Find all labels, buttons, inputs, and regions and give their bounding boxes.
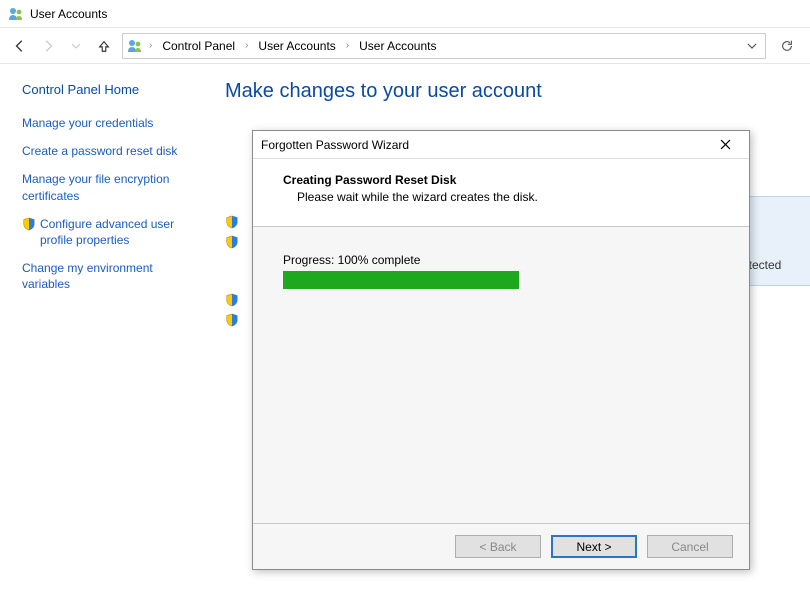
sidebar-link-label: Manage your file encryption certificates [22, 171, 201, 203]
shield-icon-group [225, 292, 239, 326]
shield-icon-group [225, 214, 239, 248]
refresh-button[interactable] [774, 33, 800, 59]
progress-bar [283, 271, 519, 289]
page-title: Make changes to your user account [225, 80, 810, 103]
shield-icon [225, 313, 239, 327]
close-button[interactable] [709, 135, 741, 155]
dialog-subtext: Please wait while the wizard creates the… [283, 190, 723, 204]
dialog-title: Forgotten Password Wizard [261, 138, 409, 152]
breadcrumb-dropdown[interactable] [743, 41, 761, 51]
breadcrumb-item[interactable]: User Accounts [254, 37, 339, 55]
recent-dropdown[interactable] [66, 36, 86, 56]
breadcrumb-item[interactable]: User Accounts [355, 37, 440, 55]
breadcrumb[interactable]: › Control Panel › User Accounts › User A… [122, 33, 766, 59]
dialog-title-bar[interactable]: Forgotten Password Wizard [253, 131, 749, 159]
chevron-right-icon: › [145, 40, 156, 51]
back-button[interactable]: < Back [455, 535, 541, 558]
sidebar-link-label: Configure advanced user profile properti… [40, 216, 201, 248]
up-button[interactable] [94, 36, 114, 56]
sidebar-link-profile-props[interactable]: Configure advanced user profile properti… [22, 216, 201, 248]
back-button[interactable] [10, 36, 30, 56]
dialog-heading: Creating Password Reset Disk [283, 173, 723, 187]
sidebar-link-env-vars[interactable]: Change my environment variables [22, 260, 201, 292]
shield-icon [225, 235, 239, 249]
forgotten-password-wizard-dialog: Forgotten Password Wizard Creating Passw… [252, 130, 750, 570]
sidebar-link-label: Change my environment variables [22, 260, 201, 292]
breadcrumb-item[interactable]: Control Panel [158, 37, 239, 55]
user-accounts-icon [8, 6, 24, 22]
chevron-right-icon: › [342, 40, 353, 51]
control-panel-home-link[interactable]: Control Panel Home [22, 82, 201, 97]
sidebar: Control Panel Home Manage your credentia… [0, 64, 215, 608]
window-title: User Accounts [30, 7, 107, 21]
dialog-body: Creating Password Reset Disk Please wait… [253, 159, 749, 523]
shield-icon [225, 293, 239, 307]
user-accounts-icon [127, 38, 143, 54]
shield-icon [225, 215, 239, 229]
progress-label: Progress: 100% complete [283, 253, 719, 267]
forward-button[interactable] [38, 36, 58, 56]
close-icon [720, 139, 731, 150]
dialog-footer: < Back Next > Cancel [253, 523, 749, 569]
shield-icon [22, 217, 36, 231]
dialog-header-section: Creating Password Reset Disk Please wait… [253, 159, 749, 227]
next-button[interactable]: Next > [551, 535, 637, 558]
title-bar: User Accounts [0, 0, 810, 28]
sidebar-link-reset-disk[interactable]: Create a password reset disk [22, 143, 201, 159]
sidebar-link-encryption[interactable]: Manage your file encryption certificates [22, 171, 201, 203]
cancel-button[interactable]: Cancel [647, 535, 733, 558]
nav-bar: › Control Panel › User Accounts › User A… [0, 28, 810, 64]
sidebar-link-label: Create a password reset disk [22, 143, 177, 159]
sidebar-link-credentials[interactable]: Manage your credentials [22, 115, 201, 131]
sidebar-link-label: Manage your credentials [22, 115, 153, 131]
dialog-progress-section: Progress: 100% complete [253, 227, 749, 315]
chevron-right-icon: › [241, 40, 252, 51]
